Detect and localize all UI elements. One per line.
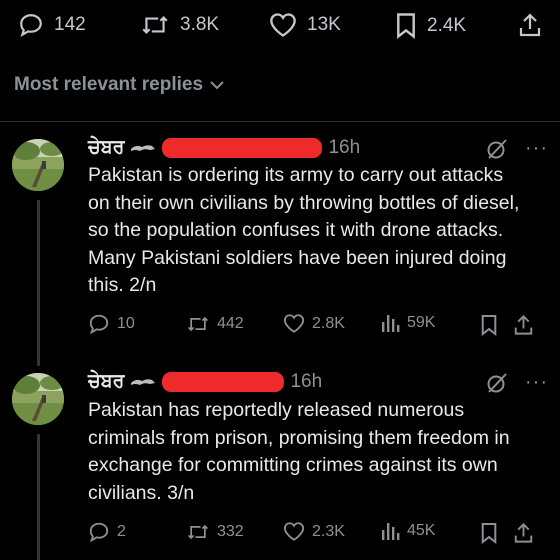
reply-icon (89, 314, 109, 335)
like-button[interactable]: 2.3K (283, 521, 345, 542)
views-count: 59K (407, 314, 436, 331)
tweet-header: ਚੇਬਰ 16h (88, 137, 360, 159)
repost-count: 332 (217, 523, 244, 540)
reply-count: 142 (54, 14, 86, 35)
views-count: 45K (407, 522, 436, 539)
thread-line (37, 200, 40, 366)
like-count: 13K (307, 14, 341, 35)
grok-icon[interactable] (486, 372, 508, 394)
share-button[interactable] (519, 12, 541, 38)
like-count: 2.8K (312, 314, 345, 332)
share-icon (519, 13, 541, 37)
reply-button[interactable]: 10 (88, 313, 135, 335)
redacted-handle (162, 138, 323, 158)
like-button[interactable]: 2.8K (283, 313, 345, 334)
author-name[interactable]: ਚੇਬਰ (88, 137, 124, 159)
chevron-down-icon (210, 81, 224, 90)
repost-button[interactable]: 3.8K (140, 12, 219, 38)
tweet-text: Pakistan is ordering its army to carry o… (88, 164, 520, 296)
reply-count: 2 (117, 523, 126, 540)
tweet-actions: 10 442 2.8K 59K (88, 313, 540, 337)
avatar-image (12, 139, 64, 191)
repost-count: 3.8K (180, 14, 220, 35)
avatar[interactable] (12, 373, 64, 425)
repost-icon (142, 15, 168, 35)
share-icon[interactable] (514, 522, 533, 544)
share-icon[interactable] (514, 314, 533, 336)
sort-replies-dropdown[interactable]: Most relevant replies (14, 74, 225, 96)
reply-icon (20, 14, 42, 38)
tweet-text: Pakistan has reportedly released numerou… (88, 399, 510, 504)
author-name[interactable]: ਚੇਬਰ (88, 371, 124, 393)
heart-icon (283, 522, 305, 541)
reply-button[interactable]: 142 (18, 12, 86, 38)
reply-count: 10 (117, 315, 135, 332)
tweet-actions: 2 332 2.3K 45K (88, 521, 540, 545)
like-button[interactable]: 13K (269, 12, 341, 38)
reply-icon (89, 522, 109, 543)
heart-icon (283, 314, 305, 333)
repost-icon (187, 524, 209, 540)
bookmark-icon[interactable] (480, 522, 498, 544)
sort-label: Most relevant replies (14, 74, 204, 95)
views-icon (382, 315, 400, 332)
thread-line (37, 434, 40, 560)
views-icon (382, 523, 400, 540)
avatar[interactable] (12, 139, 64, 191)
views-button[interactable]: 59K (380, 313, 435, 333)
more-options-icon[interactable]: ··· (525, 137, 548, 160)
avatar-image (12, 373, 64, 425)
views-button[interactable]: 45K (380, 521, 435, 541)
bookmark-icon (397, 13, 415, 39)
heart-icon (270, 13, 296, 37)
like-count: 2.3K (312, 522, 345, 540)
badge-icon (131, 379, 156, 385)
tweet-action-bar: 142 3.8K 13K 2.4K (0, 0, 560, 58)
repost-icon (187, 316, 209, 332)
timestamp[interactable]: 16h (328, 137, 360, 159)
badge-icon (131, 145, 156, 151)
divider (0, 121, 560, 122)
timestamp[interactable]: 16h (290, 371, 322, 393)
bookmark-count: 2.4K (427, 14, 467, 36)
redacted-handle (162, 372, 285, 392)
repost-count: 442 (217, 315, 244, 332)
repost-button[interactable]: 332 (186, 521, 244, 543)
tweet-header: ਚੇਬਰ 16h (88, 371, 322, 393)
bookmark-icon[interactable] (480, 314, 498, 336)
bookmark-button[interactable]: 2.4K (395, 12, 466, 39)
more-options-icon[interactable]: ··· (525, 371, 548, 394)
grok-icon[interactable] (486, 138, 508, 160)
repost-button[interactable]: 442 (186, 313, 244, 335)
reply-button[interactable]: 2 (88, 521, 126, 543)
